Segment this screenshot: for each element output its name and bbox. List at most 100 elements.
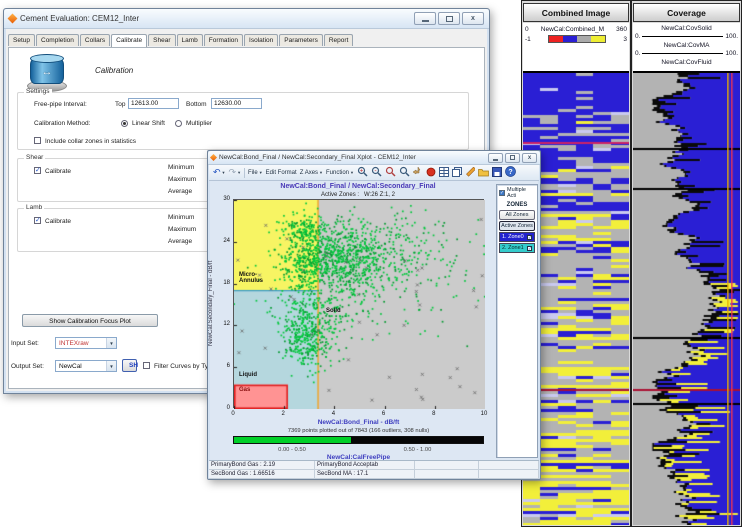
svg-text:+: + xyxy=(360,169,364,175)
dialog-title: Cement Evaluation: CEM12_Inter xyxy=(20,14,139,23)
region-label-liquid: Liquid xyxy=(239,372,257,378)
folder-icon[interactable] xyxy=(478,167,489,179)
shear-calibrate-checkbox[interactable] xyxy=(34,167,41,174)
radio-multiplier[interactable] xyxy=(175,120,182,127)
tab-report[interactable]: Report xyxy=(324,34,354,46)
z-axes-menu[interactable]: Z Axes▼ xyxy=(300,170,323,176)
lamb-calibrate-checkbox[interactable] xyxy=(34,217,41,224)
colorbar-right-range: 0.50 - 1.00 xyxy=(351,447,484,453)
redo-button[interactable]: ↷▼ xyxy=(229,167,242,178)
calibration-method-label: Calibration Method: xyxy=(34,121,90,128)
multiple-active-checkbox[interactable]: ✓ xyxy=(499,190,505,196)
combined-image-header-label: Combined Image xyxy=(542,8,610,18)
region-label-solid: Solid xyxy=(326,308,341,314)
covma-curve-name: NewCal:CovMA xyxy=(633,40,740,49)
maximize-button[interactable] xyxy=(438,12,460,25)
tab-formation[interactable]: Formation xyxy=(204,34,243,46)
tab-setup[interactable]: Setup xyxy=(8,34,35,46)
radio-linear-shift[interactable] xyxy=(121,120,128,127)
covma-scale: 0. 100. xyxy=(633,49,740,57)
show-calibration-focus-plot-button[interactable]: Show Calibration Focus Plot xyxy=(22,314,158,327)
zoom-box-icon[interactable] xyxy=(385,166,396,179)
zone0-label: 1. Zone0 xyxy=(502,234,524,240)
tab-calibrate[interactable]: Calibrate xyxy=(111,34,147,47)
calibration-icon-pipe-top xyxy=(30,54,64,63)
covfluid-curve-name: NewCal:CovFluid xyxy=(633,57,740,66)
coverage-curve-info: NewCal:CovSolid 0. 100. NewCal:CovMA 0. … xyxy=(633,23,740,71)
function-menu[interactable]: Function▼ xyxy=(326,170,354,176)
tab-isolation[interactable]: Isolation xyxy=(244,34,278,46)
pan-icon[interactable] xyxy=(413,167,423,179)
y-axis-ticks: 0 6 12 18 24 30 xyxy=(217,199,231,408)
y-axis-label: NewCal:Secondary_Final - dB/ft xyxy=(208,199,217,408)
zoom-out-icon[interactable]: - xyxy=(371,166,382,179)
colorbar-seg-blue xyxy=(563,36,577,42)
minimize-button[interactable] xyxy=(414,12,436,25)
pencil-icon[interactable] xyxy=(465,167,475,179)
edit-format-menu[interactable]: Edit Format xyxy=(266,170,297,176)
y-tick: 12 xyxy=(223,321,230,327)
tab-collars[interactable]: Collars xyxy=(80,34,110,46)
zone-item-zone1[interactable]: 2. Zone1 ✓ xyxy=(499,243,535,253)
tab-lamb[interactable]: Lamb xyxy=(177,34,203,46)
zone0-checkbox[interactable]: ✓ xyxy=(527,235,532,240)
combined-colorbar xyxy=(548,35,606,43)
input-set-dropdown[interactable]: INTEXraw ▼ xyxy=(55,337,117,349)
zoom-reset-icon[interactable] xyxy=(399,166,410,179)
dropdown-caret-icon: ▼ xyxy=(106,361,116,371)
x-axis-label: NewCal:Bond_Final - dB/ft xyxy=(233,419,484,426)
table-icon[interactable] xyxy=(439,167,449,179)
minimize-icon xyxy=(422,20,429,22)
tab-shear[interactable]: Shear xyxy=(148,34,175,46)
top-input[interactable] xyxy=(128,98,179,109)
coverage-track xyxy=(633,71,740,525)
all-zones-button[interactable]: All Zones xyxy=(499,210,535,220)
chevron-down-icon: ▼ xyxy=(259,170,263,175)
coverage-header: Coverage xyxy=(633,3,740,22)
scatter-canvas[interactable] xyxy=(234,200,485,409)
tab-parameters[interactable]: Parameters xyxy=(279,34,323,46)
xplot-status-bar: PrimaryBond Gas : 2.19 PrimaryBond Accep… xyxy=(209,460,539,478)
tab-completion[interactable]: Completion xyxy=(36,34,79,46)
zone1-checkbox[interactable]: ✓ xyxy=(527,246,532,251)
y-tick: 6 xyxy=(227,363,230,369)
active-zones-button[interactable]: Active Zones xyxy=(499,221,535,231)
close-button[interactable]: x xyxy=(522,153,537,163)
multiple-active-label: Multiple Acti xyxy=(507,187,535,199)
plot-title: NewCal:Bond_Final / NewCal:Secondary_Fin… xyxy=(208,183,508,190)
save-icon[interactable] xyxy=(492,167,502,179)
app-icon xyxy=(8,14,18,24)
combined-scale-max: 3 xyxy=(623,36,627,43)
collar-zones-checkbox[interactable] xyxy=(34,137,41,144)
output-set-label: Output Set: xyxy=(11,364,44,371)
layers-icon[interactable] xyxy=(452,167,462,179)
covsolid-curve-name: NewCal:CovSolid xyxy=(633,23,740,32)
covma-min: 0. xyxy=(635,50,640,57)
dialog-titlebar[interactable]: Cement Evaluation: CEM12_Inter x xyxy=(4,9,489,29)
minimize-button[interactable] xyxy=(488,153,503,163)
minimize-icon xyxy=(493,159,498,161)
undo-button[interactable]: ↶▼ xyxy=(213,167,226,178)
y-tick: 18 xyxy=(223,280,230,286)
crossplot-area[interactable]: Micro- Annulus Solid Liquid Gas xyxy=(233,199,484,408)
help-icon[interactable]: ? xyxy=(505,166,516,179)
maximize-button[interactable] xyxy=(505,153,520,163)
xplot-titlebar[interactable]: NewCal:Bond_Final / NewCal:Secondary_Fin… xyxy=(208,151,540,165)
close-button[interactable]: x xyxy=(462,12,484,25)
status-cell-empty xyxy=(479,461,539,470)
zones-header: ZONES xyxy=(497,200,537,209)
file-menu[interactable]: File▼ xyxy=(248,170,263,176)
output-set-value: NewCal xyxy=(59,363,82,370)
stop-icon[interactable] xyxy=(426,167,436,179)
zone-item-zone0[interactable]: 1. Zone0 ✓ xyxy=(499,232,535,242)
y-tick: 24 xyxy=(223,238,230,244)
filter-curves-checkbox[interactable] xyxy=(143,362,150,369)
output-set-dropdown[interactable]: NewCal ▼ xyxy=(55,360,117,372)
zoom-in-icon[interactable]: + xyxy=(357,166,368,179)
covsolid-min: 0. xyxy=(635,33,640,40)
radio-linear-shift-label: Linear Shift xyxy=(132,121,165,128)
dropdown-caret-icon: ▼ xyxy=(106,338,116,348)
sh-button[interactable]: SH xyxy=(122,359,137,372)
y-tick: 0 xyxy=(227,405,230,411)
bottom-input[interactable] xyxy=(211,98,262,109)
